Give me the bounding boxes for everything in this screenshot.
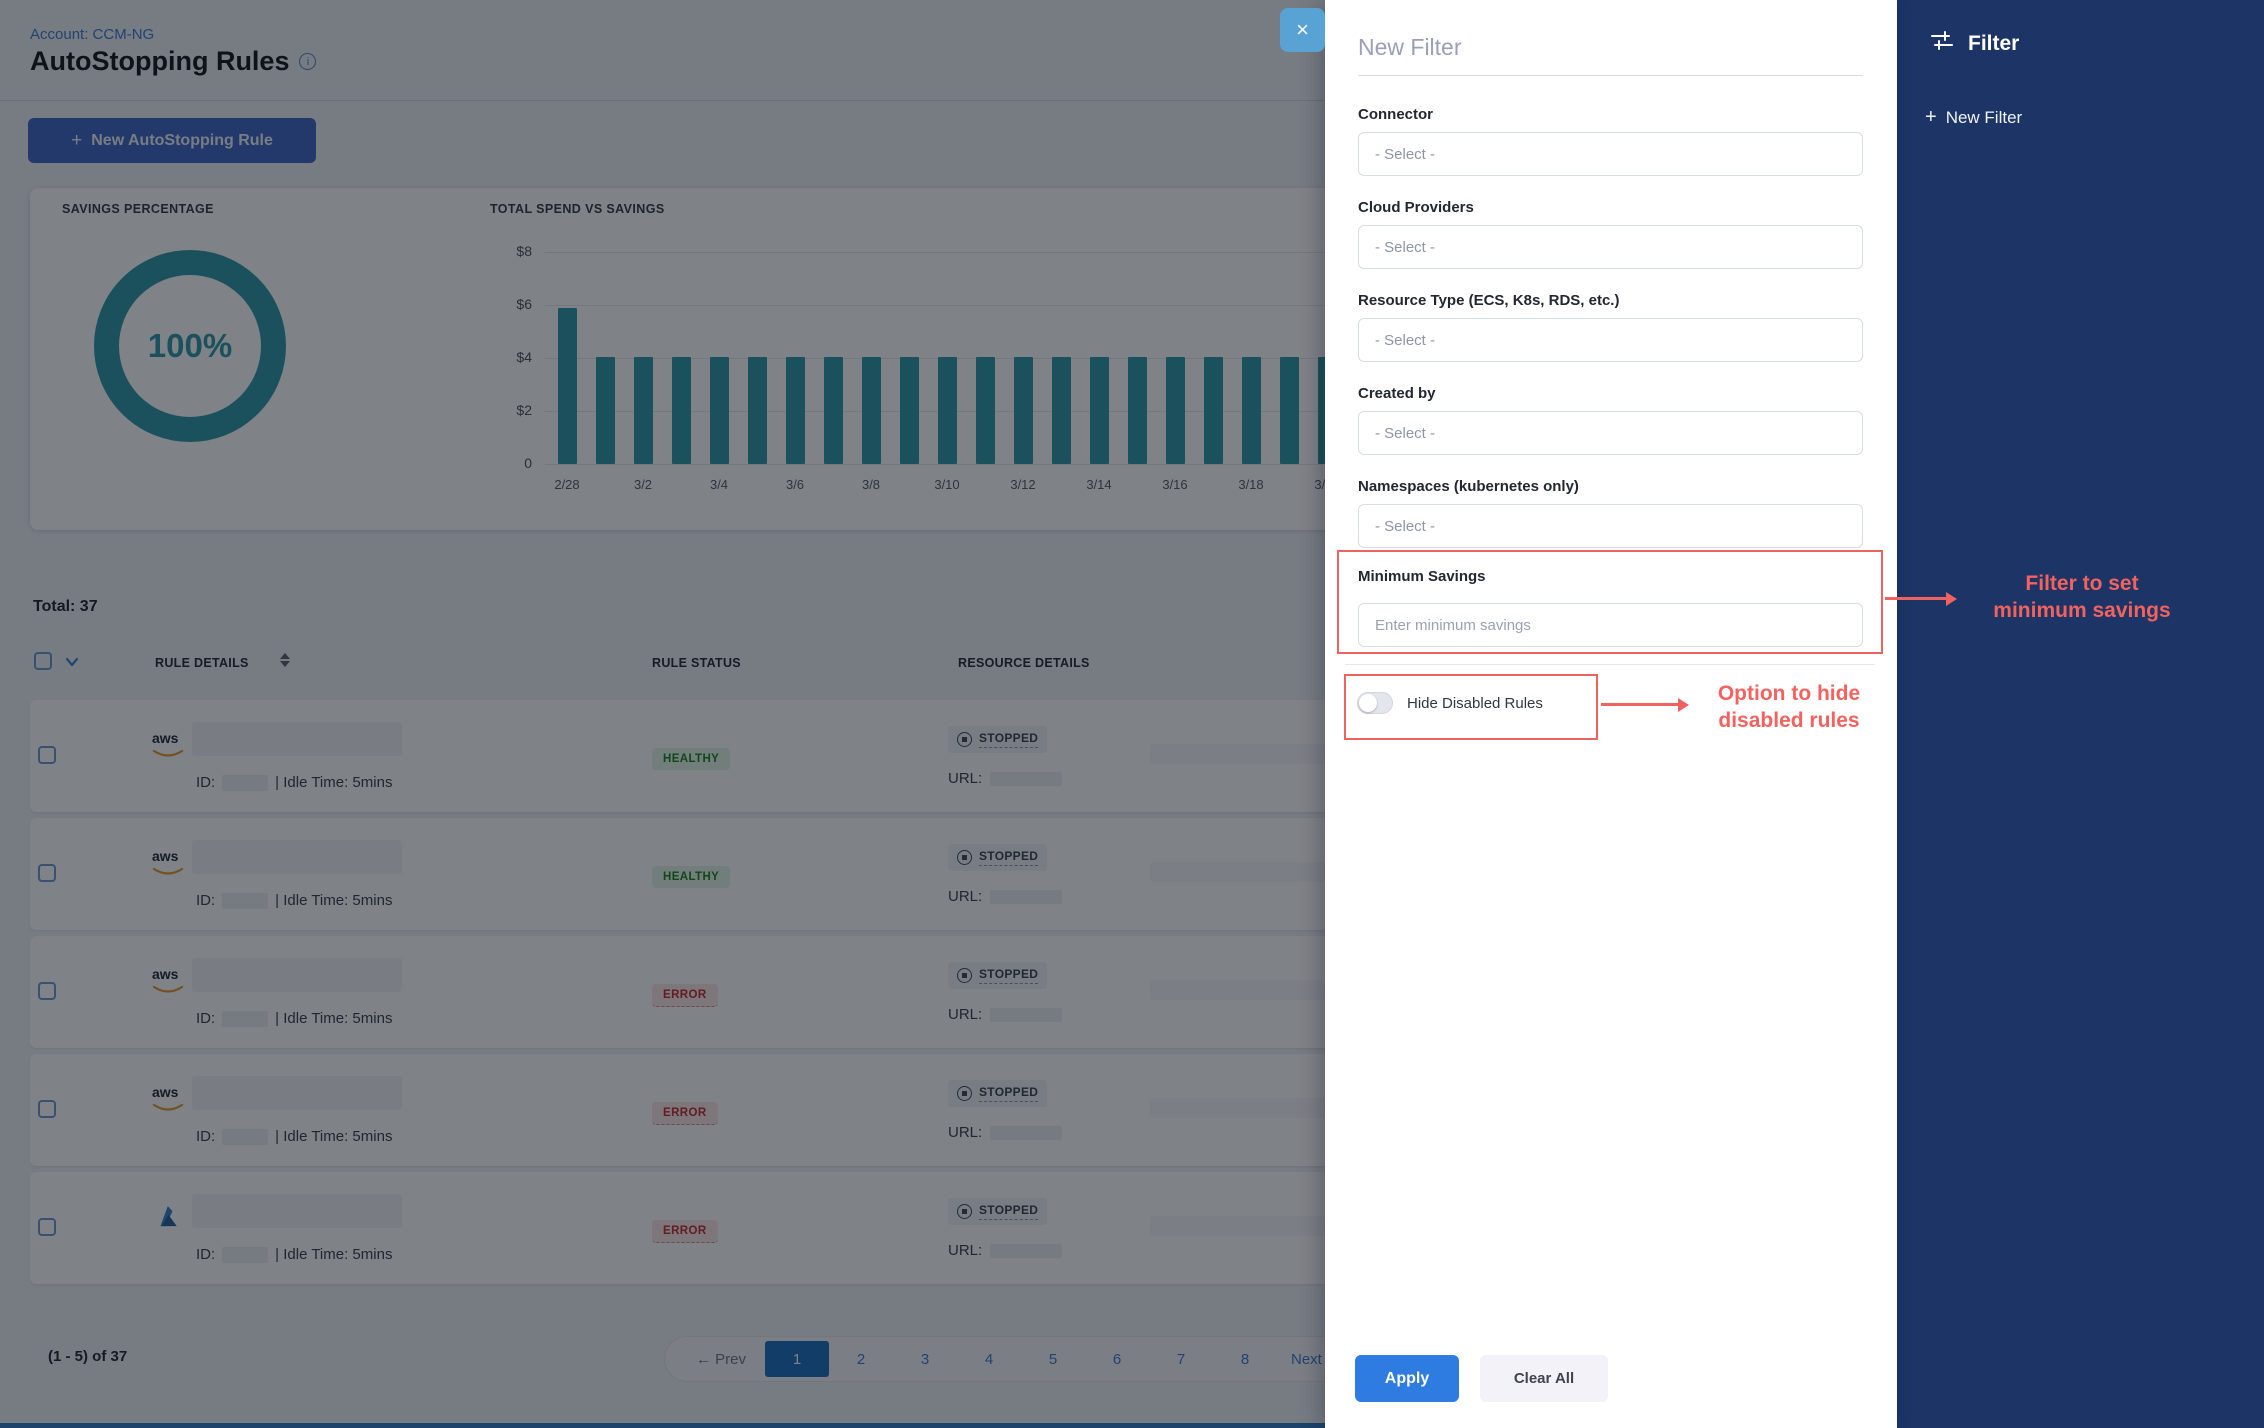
field-select[interactable]: - Select -	[1358, 132, 1863, 176]
field-label: Resource Type (ECS, K8s, RDS, etc.)	[1358, 292, 1863, 309]
filter-field: Cloud Providers - Select -	[1358, 199, 1863, 269]
field-label: Cloud Providers	[1358, 199, 1863, 216]
field-label: Namespaces (kubernetes only)	[1358, 478, 1863, 495]
apply-button[interactable]: Apply	[1355, 1355, 1459, 1402]
select-placeholder: - Select -	[1375, 518, 1435, 535]
hide-disabled-toggle[interactable]	[1357, 692, 1393, 714]
select-placeholder: - Select -	[1375, 425, 1435, 442]
drawer-divider	[1345, 664, 1875, 665]
sidebar-new-filter-button[interactable]: + New Filter	[1925, 106, 2022, 129]
filter-sidebar: Filter + New Filter	[1897, 0, 2264, 1428]
select-placeholder: - Select -	[1375, 332, 1435, 349]
hide-disabled-label: Hide Disabled Rules	[1407, 695, 1543, 712]
field-select[interactable]: - Select -	[1358, 318, 1863, 362]
filter-field: Namespaces (kubernetes only) - Select -	[1358, 478, 1863, 548]
filter-field: Connector - Select -	[1358, 106, 1863, 176]
field-label: Created by	[1358, 385, 1863, 402]
filter-fields: Connector - Select - Cloud Providers - S…	[1358, 106, 1863, 548]
annotation-text-hide-disabled: Option to hide disabled rules	[1694, 680, 1884, 735]
field-select[interactable]: - Select -	[1358, 225, 1863, 269]
dim-overlay	[0, 0, 1325, 1428]
select-placeholder: - Select -	[1375, 239, 1435, 256]
hide-disabled-row: Hide Disabled Rules	[1357, 692, 1543, 714]
minimum-savings-field: Minimum Savings	[1358, 568, 1863, 647]
annotation-arrow-head	[1678, 698, 1689, 712]
close-drawer-button[interactable]: ×	[1280, 8, 1325, 52]
field-select[interactable]: - Select -	[1358, 504, 1863, 548]
annotation-arrow-head	[1946, 592, 1957, 606]
clear-all-button[interactable]: Clear All	[1480, 1355, 1608, 1402]
filter-field: Created by - Select -	[1358, 385, 1863, 455]
close-icon: ×	[1296, 17, 1309, 43]
minimum-savings-label: Minimum Savings	[1358, 568, 1863, 585]
new-filter-label: New Filter	[1946, 108, 2023, 128]
annotation-arrow	[1601, 703, 1679, 706]
annotation-text-minimum-savings: Filter to set minimum savings	[1962, 570, 2202, 625]
filter-field: Resource Type (ECS, K8s, RDS, etc.) - Se…	[1358, 292, 1863, 362]
filter-sliders-icon	[1930, 30, 1954, 57]
plus-icon: +	[1925, 106, 1937, 129]
field-label: Connector	[1358, 106, 1863, 123]
minimum-savings-input[interactable]	[1358, 603, 1863, 647]
select-placeholder: - Select -	[1375, 146, 1435, 163]
annotation-arrow	[1885, 597, 1947, 600]
sidebar-title: Filter	[1968, 32, 2019, 56]
filter-name-input[interactable]	[1358, 0, 1863, 76]
field-select[interactable]: - Select -	[1358, 411, 1863, 455]
